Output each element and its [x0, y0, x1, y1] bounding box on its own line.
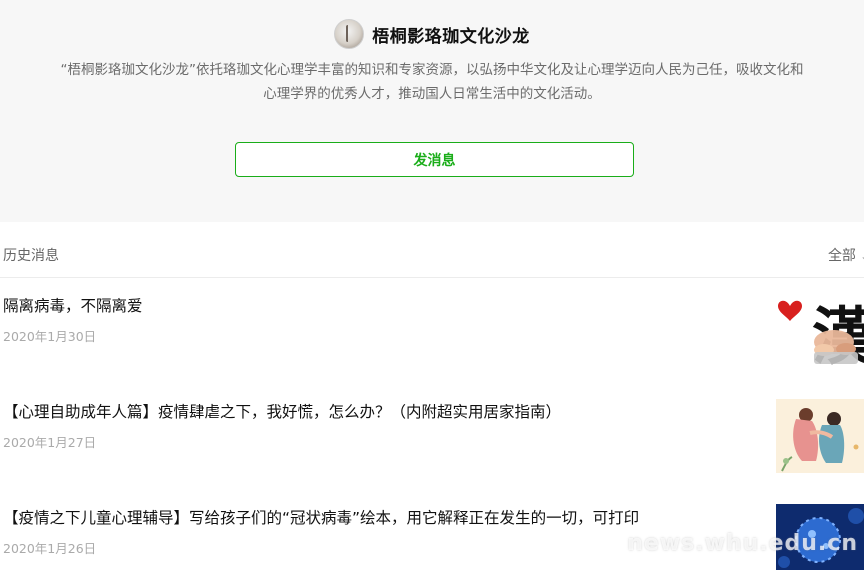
hug-illustration-image	[776, 399, 864, 473]
article-title: 【心理自助成年人篇】疫情肆虐之下，我好慌，怎么办？（内附超实用居家指南）	[3, 403, 562, 421]
history-label: 历史消息	[3, 248, 59, 264]
article-item[interactable]: 【疫情之下儿童心理辅导】写给孩子们的“冠状病毒”绘本，用它解释正在发生的一切，可…	[0, 490, 864, 570]
history-filter-dropdown[interactable]: 全部 ⌄	[828, 245, 864, 265]
profile-section: 梧桐影珞珈文化沙龙 “梧桐影珞珈文化沙龙”依托珞珈文化心理学丰富的知识和专家资源…	[0, 0, 864, 222]
article-date: 2020年1月30日	[3, 329, 97, 344]
article-title: 隔离病毒，不隔离爱	[3, 297, 143, 315]
watermark-text: news.whu.edu.cn	[627, 531, 858, 556]
article-date: 2020年1月27日	[3, 435, 97, 450]
account-name: 梧桐影珞珈文化沙龙	[372, 26, 530, 47]
chevron-down-icon: ⌄	[860, 249, 864, 263]
article-date: 2020年1月26日	[3, 541, 97, 556]
article-item[interactable]: 【心理自助成年人篇】疫情肆虐之下，我好慌，怎么办？（内附超实用居家指南） 202…	[0, 384, 864, 491]
article-title: 【疫情之下儿童心理辅导】写给孩子们的“冠状病毒”绘本，用它解释正在发生的一切，可…	[3, 509, 640, 527]
article-item[interactable]: 隔离病毒，不隔离爱 2020年1月30日 漢	[0, 278, 864, 385]
history-header: 历史消息 全部 ⌄	[0, 222, 864, 278]
heart-hands-image: 漢	[778, 300, 864, 366]
send-message-button[interactable]: 发消息	[235, 142, 634, 177]
description-line-2: 心理学界的优秀人才，推动国人日常生活中的文化活动。	[263, 86, 601, 102]
article-thumbnail-heart-hands: 漢	[776, 292, 864, 366]
article-thumbnail-hug-illustration	[776, 399, 864, 473]
account-logo	[334, 19, 365, 49]
account-description: “梧桐影珞珈文化沙龙”依托珞珈文化心理学丰富的知识和专家资源，以弘扬中华文化及让…	[10, 58, 854, 106]
description-line-1: “梧桐影珞珈文化沙龙”依托珞珈文化心理学丰富的知识和专家资源，以弘扬中华文化及让…	[60, 62, 804, 78]
profile-title-row: 梧桐影珞珈文化沙龙	[0, 18, 864, 50]
filter-label: 全部	[827, 248, 856, 264]
